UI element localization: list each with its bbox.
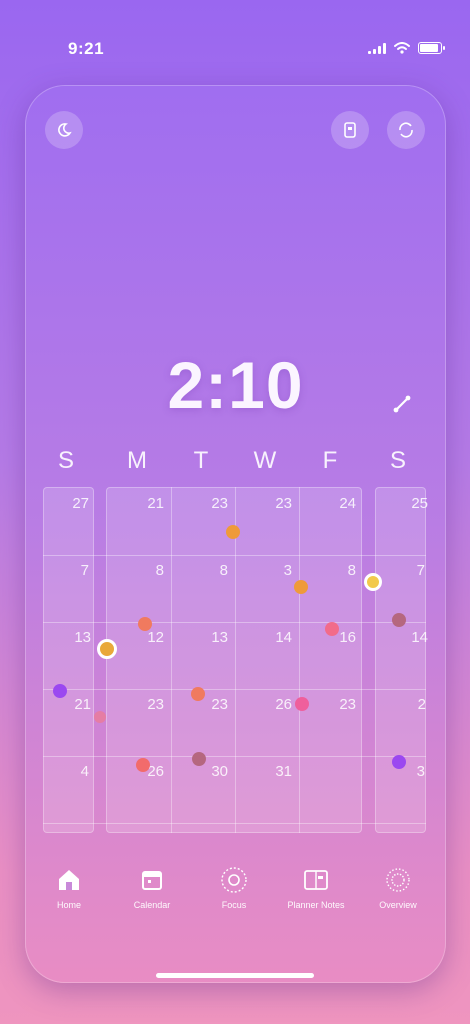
event-dot[interactable] — [295, 697, 309, 711]
weekday-label: M — [127, 447, 147, 474]
day-cell[interactable]: 13 — [211, 629, 228, 646]
day-cell[interactable]: 31 — [275, 763, 292, 780]
day-cell[interactable]: 23 — [275, 495, 292, 512]
status-icons — [368, 42, 445, 54]
day-cell[interactable]: 24 — [339, 495, 356, 512]
tab-planner-notes[interactable]: Planner Notes — [274, 865, 358, 911]
home-icon — [59, 870, 79, 890]
day-cell[interactable]: 3 — [417, 763, 425, 780]
event-dot-selected[interactable] — [364, 573, 382, 591]
day-cell[interactable]: 2 — [418, 696, 426, 713]
tab-calendar[interactable]: Calendar — [110, 865, 194, 911]
day-cell[interactable]: 8 — [220, 562, 228, 579]
day-cell[interactable]: 14 — [411, 629, 428, 646]
tab-label: Overview — [379, 900, 417, 910]
calendar-column-sunday — [43, 487, 94, 833]
event-dot[interactable] — [392, 755, 406, 769]
day-cell[interactable]: 14 — [275, 629, 292, 646]
weekday-label: W — [253, 447, 277, 474]
clock-display: 2:10 — [167, 348, 304, 422]
day-cell[interactable]: 23 — [211, 495, 228, 512]
event-dot[interactable] — [53, 684, 67, 698]
battery-icon — [418, 42, 445, 54]
grid-line — [235, 487, 236, 833]
calendar-column-saturday — [375, 487, 426, 833]
day-cell[interactable]: 16 — [339, 629, 356, 646]
day-cell[interactable]: 8 — [348, 562, 356, 579]
event-dot[interactable] — [192, 752, 206, 766]
day-cell[interactable]: 27 — [72, 495, 89, 512]
signal-icon — [368, 42, 386, 54]
planner-icon — [304, 870, 328, 890]
day-cell[interactable]: 8 — [156, 562, 164, 579]
moon-button[interactable] — [45, 111, 83, 149]
tab-bar: Home Calendar Focus Planner Notes Overvi… — [25, 865, 446, 945]
calendar-icon — [142, 871, 162, 890]
device-button[interactable] — [331, 111, 369, 149]
refresh-icon — [399, 122, 413, 138]
tab-focus[interactable]: Focus — [192, 865, 276, 911]
day-cell[interactable]: 21 — [74, 696, 91, 713]
focus-icon — [221, 867, 247, 893]
event-dot[interactable] — [94, 711, 106, 723]
tab-label: Planner Notes — [287, 900, 345, 910]
day-cell[interactable]: 26 — [275, 696, 292, 713]
event-dot[interactable] — [226, 525, 240, 539]
day-cell[interactable]: 21 — [147, 495, 164, 512]
wifi-icon — [394, 42, 410, 54]
moon-icon — [58, 123, 72, 137]
day-cell[interactable]: 13 — [74, 629, 91, 646]
refresh-button[interactable] — [387, 111, 425, 149]
tab-overview[interactable]: Overview — [356, 865, 440, 911]
day-cell[interactable]: 23 — [211, 696, 228, 713]
day-cell[interactable]: 23 — [339, 696, 356, 713]
expand-icon — [393, 395, 411, 413]
tab-label: Calendar — [133, 900, 171, 910]
status-time: 9:21 — [68, 39, 105, 58]
day-cell[interactable]: 7 — [417, 562, 425, 579]
grid-line — [171, 487, 172, 833]
weekday-label: F — [322, 447, 338, 474]
event-dot-selected[interactable] — [97, 639, 117, 659]
expand-button[interactable] — [391, 393, 413, 420]
event-dot[interactable] — [138, 617, 152, 631]
event-dot[interactable] — [325, 622, 339, 636]
status-bar: 9:21 — [0, 0, 470, 90]
day-cell[interactable]: 7 — [81, 562, 89, 579]
day-cell[interactable]: 30 — [211, 763, 228, 780]
weekday-label: T — [193, 447, 209, 474]
tab-home[interactable]: Home — [27, 865, 111, 911]
day-cell[interactable]: 3 — [284, 562, 292, 579]
tab-label: Focus — [221, 900, 247, 910]
device-icon — [344, 122, 356, 138]
event-dot[interactable] — [191, 687, 205, 701]
day-cell[interactable]: 23 — [147, 696, 164, 713]
battery-level — [420, 44, 438, 52]
weekday-label: S — [389, 447, 407, 474]
main-card: 2:10 S M T W F S 27 21 23 23 24 25 7 8 8… — [25, 85, 446, 983]
home-indicator[interactable] — [156, 973, 314, 978]
event-dot[interactable] — [136, 758, 150, 772]
day-cell[interactable]: 25 — [411, 495, 428, 512]
tab-label: Home — [56, 900, 81, 910]
event-dot[interactable] — [294, 580, 308, 594]
weekday-label: S — [57, 447, 75, 474]
event-dot[interactable] — [392, 613, 406, 627]
overview-icon — [386, 868, 410, 892]
day-cell[interactable]: 12 — [147, 629, 164, 646]
day-cell[interactable]: 4 — [81, 763, 89, 780]
grid-line — [299, 487, 300, 833]
weekday-header: S M T W F S — [25, 447, 446, 477]
